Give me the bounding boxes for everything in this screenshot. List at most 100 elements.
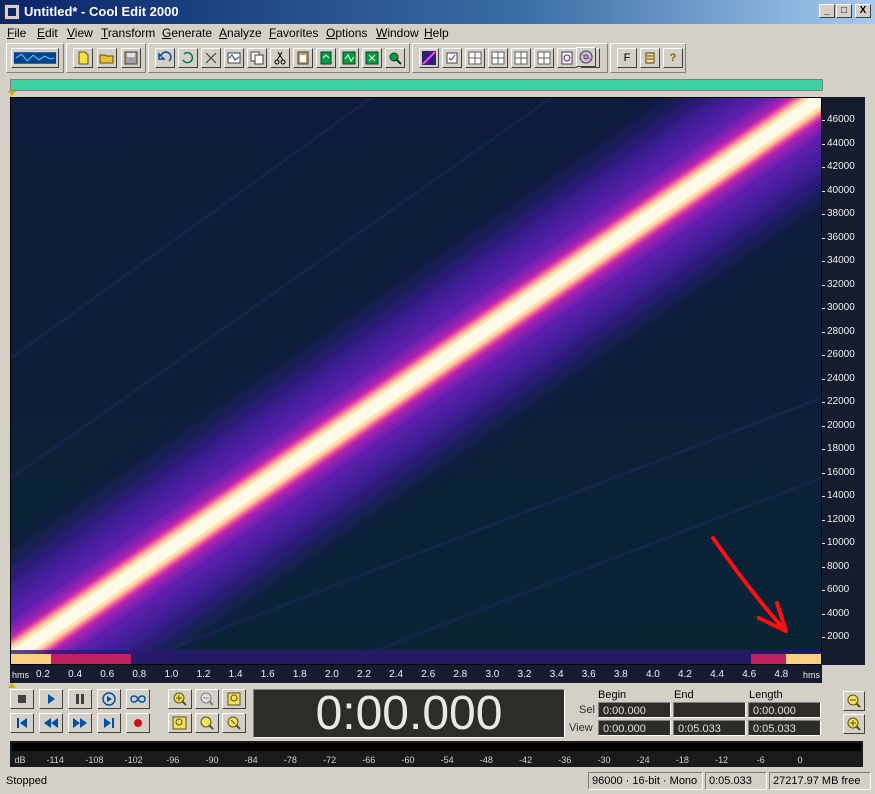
level-tick-label: -36 [558, 755, 572, 765]
menu-transform[interactable]: Transform [101, 26, 155, 40]
view-row-label: View [569, 722, 593, 734]
time-tick-label: 2.8 [453, 669, 468, 680]
stop-icon[interactable] [10, 689, 34, 709]
selection-panel: Begin End Length Sel 0:00.000 0:00.000 V… [567, 689, 843, 738]
pause-icon[interactable] [68, 689, 92, 709]
menu-help[interactable]: Help [424, 26, 449, 40]
copy-icon[interactable] [224, 48, 244, 68]
menu-analyze[interactable]: Analyze [219, 26, 262, 40]
zoom-left-icon[interactable] [168, 713, 192, 733]
mix-paste-icon[interactable] [339, 48, 359, 68]
zoom-out-vertical-icon[interactable] [843, 714, 865, 734]
level-tick-label: -108 [85, 755, 104, 765]
record-icon[interactable] [126, 713, 150, 733]
time-tick-label: 3.4 [549, 669, 564, 680]
go-to-end-icon[interactable] [97, 713, 121, 733]
zoom-out-horizontal-icon[interactable] [195, 689, 219, 709]
menu-edit[interactable]: Edit [37, 26, 58, 40]
freq-tick-label: 6000 [821, 584, 850, 595]
level-tick-label: dB [14, 755, 26, 765]
begin-header: Begin [598, 689, 627, 701]
play-marker-bottom[interactable] [8, 683, 16, 688]
snap-icon[interactable] [442, 48, 462, 68]
zoom-right-icon[interactable] [195, 713, 219, 733]
title-bar[interactable]: Untitled* - Cool Edit 2000 _ □ X [0, 0, 875, 24]
paste-new-icon[interactable] [316, 48, 336, 68]
spectral-view[interactable] [10, 97, 822, 665]
close-button[interactable]: X [855, 4, 871, 18]
app-icon[interactable] [4, 4, 20, 20]
level-meter-bar [12, 743, 861, 751]
cd-burn-icon[interactable] [576, 47, 596, 67]
rewind-icon[interactable] [39, 713, 63, 733]
trim-icon[interactable] [362, 48, 382, 68]
sel-end-field[interactable] [673, 702, 746, 718]
view-end-field[interactable]: 0:05.033 [673, 720, 746, 736]
level-tick-label: -42 [519, 755, 533, 765]
fast-forward-icon[interactable] [68, 713, 92, 733]
grid-4-icon[interactable] [534, 48, 554, 68]
paste-icon[interactable] [293, 48, 313, 68]
menu-window[interactable]: Window [376, 26, 419, 40]
menu-generate[interactable]: Generate [162, 26, 212, 40]
waveform-view-icon[interactable] [11, 48, 59, 68]
menu-view[interactable]: View [67, 26, 93, 40]
insert-cue-icon[interactable] [385, 48, 405, 68]
level-tick-label: -24 [636, 755, 650, 765]
help-icon[interactable]: ? [663, 48, 683, 68]
view-begin-field[interactable]: 0:00.000 [598, 720, 671, 736]
time-tick-label: 4.8 [774, 669, 789, 680]
zoom-selection-icon[interactable] [222, 713, 246, 733]
zoom-in-horizontal-icon[interactable] [168, 689, 192, 709]
toolbar-group-cd [566, 43, 606, 73]
view-length-field[interactable]: 0:05.033 [748, 720, 821, 736]
level-tick-label: -90 [205, 755, 219, 765]
open-file-icon[interactable] [97, 48, 117, 68]
cut-icon[interactable] [270, 48, 290, 68]
sel-row-label: Sel [579, 704, 595, 716]
time-tick-label: 0.8 [132, 669, 147, 680]
favorites-icon[interactable]: F [617, 48, 637, 68]
spectral-view-icon[interactable] [419, 48, 439, 68]
grid-1-icon[interactable] [465, 48, 485, 68]
repeat-icon[interactable] [178, 48, 198, 68]
time-tick-label: 3.2 [517, 669, 532, 680]
zoom-full-icon[interactable] [222, 689, 246, 709]
play-icon[interactable] [39, 689, 63, 709]
time-tick-label: 1.6 [260, 669, 275, 680]
time-tick-label: 0.2 [36, 669, 50, 680]
sel-begin-field[interactable]: 0:00.000 [598, 702, 671, 718]
length-header: Length [749, 689, 783, 701]
undo-icon[interactable] [155, 48, 175, 68]
zoom-in-vertical-icon[interactable] [843, 691, 865, 711]
sel-length-field[interactable]: 0:00.000 [748, 702, 821, 718]
maximize-button[interactable]: □ [836, 4, 852, 18]
time-tick-label: 4.2 [678, 669, 692, 680]
new-file-icon[interactable] [73, 48, 93, 68]
grid-2-icon[interactable] [488, 48, 508, 68]
play-marker-top[interactable] [8, 91, 16, 96]
cut-scissors-icon[interactable] [201, 48, 221, 68]
menu-bar: File Edit View Transform Generate Analyz… [0, 24, 875, 42]
freq-tick-label: 14000 [822, 490, 855, 501]
freq-tick-label: 32000 [822, 278, 855, 290]
menu-options[interactable]: Options [326, 26, 367, 40]
freq-tick-label: 40000 [822, 184, 855, 196]
play-to-end-icon[interactable] [97, 689, 121, 709]
toolbar-group-misc: F ? [610, 43, 686, 73]
overview-bar[interactable] [10, 79, 823, 91]
go-to-beginning-icon[interactable] [10, 713, 34, 733]
freq-tick-label: 16000 [822, 466, 855, 478]
menu-favorites[interactable]: Favorites [269, 26, 318, 40]
copy-to-new-icon[interactable] [247, 48, 267, 68]
time-tick-label: 1.8 [292, 669, 307, 680]
freq-tick-label: 8000 [821, 560, 850, 572]
menu-file[interactable]: File [7, 26, 26, 40]
loop-icon[interactable] [126, 689, 150, 709]
minimize-button[interactable]: _ [819, 4, 835, 18]
grid-3-icon[interactable] [511, 48, 531, 68]
level-tick-label: -60 [401, 755, 415, 765]
freq-tick-label: 10000 [822, 537, 855, 548]
save-icon[interactable] [121, 48, 141, 68]
scripts-icon[interactable] [640, 48, 660, 68]
